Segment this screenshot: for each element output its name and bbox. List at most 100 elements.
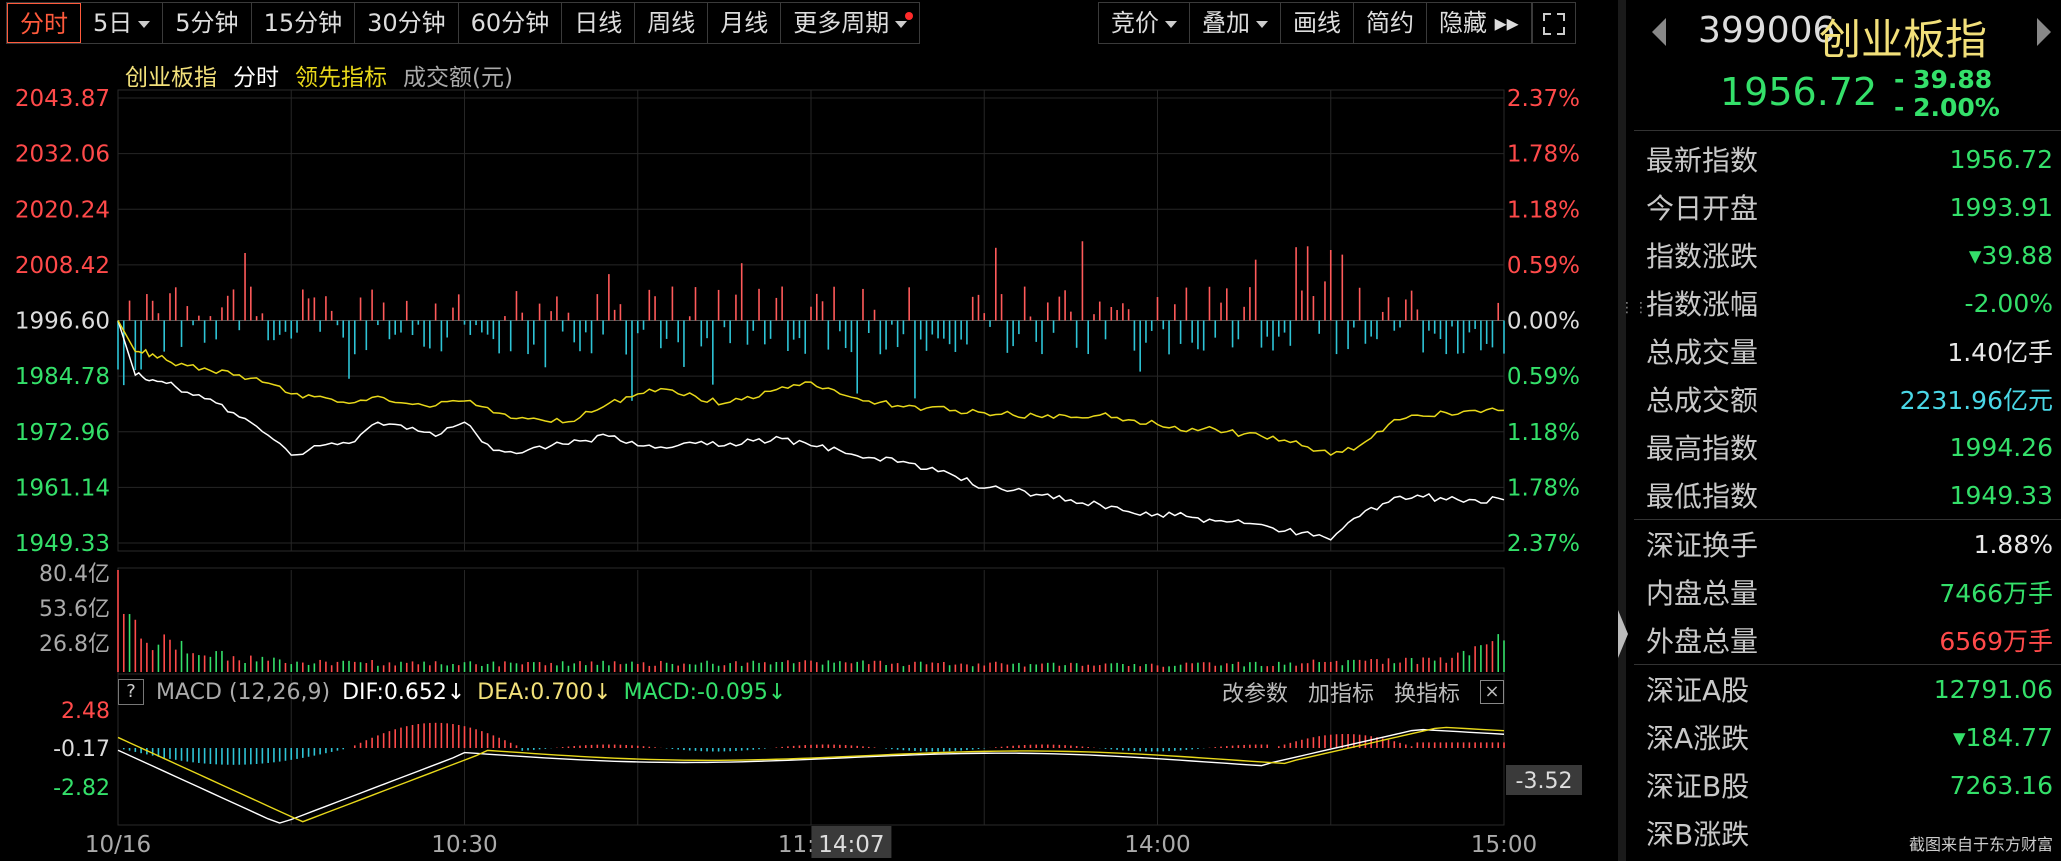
price-tick: 2032.06 xyxy=(15,142,110,168)
stat-value: 7466万手 xyxy=(1939,579,2053,608)
stat-row: 总成交额 2231.96亿元 xyxy=(1634,375,2061,423)
stat-value: -2.00% xyxy=(1964,288,2053,318)
quote-panel: 399006 创业板指 1956.72 - 39.88 - 2.00% 最新指数… xyxy=(1634,0,2061,861)
index-code: 399006 xyxy=(1698,10,1836,51)
help-icon[interactable]: ? xyxy=(118,679,144,705)
macd-tick: 2.48 xyxy=(61,699,110,724)
stat-value: 1949.33 xyxy=(1949,480,2053,510)
stat-label: 深证A股 xyxy=(1646,674,1750,707)
stat-value: 1.40亿手 xyxy=(1947,338,2053,367)
panel-divider[interactable]: ⋮⋮ xyxy=(1618,0,1648,861)
cursor-time: 14:07 xyxy=(818,832,884,858)
collapse-panel-icon[interactable] xyxy=(1618,610,1628,658)
macd-title[interactable]: MACD (12,26,9) xyxy=(156,680,330,705)
pct-tick: 2.37% xyxy=(1507,86,1580,112)
next-icon[interactable] xyxy=(2037,18,2051,46)
price-tick: 1996.60 xyxy=(15,309,110,335)
intraday-chart[interactable]: 2043.87 2.37% 2032.06 1.78% 2020.24 1.18% 2008… xyxy=(0,0,1616,861)
last-price: 1956.72 xyxy=(1720,70,1878,114)
stat-value: 1956.72 xyxy=(1949,144,2053,174)
volume-tick: 80.4亿 xyxy=(39,562,110,587)
stat-value: 12791.06 xyxy=(1933,674,2053,704)
pct-tick: 1.18% xyxy=(1507,420,1580,446)
close-icon[interactable]: × xyxy=(1480,680,1504,704)
stat-row: 外盘总量 6569万手 xyxy=(1634,616,2061,664)
pct-tick: 0.00% xyxy=(1507,309,1580,335)
stat-label: 总成交额 xyxy=(1646,384,1759,417)
stat-label: 深证B股 xyxy=(1646,770,1750,803)
stat-row: 今日开盘 1993.91 xyxy=(1634,183,2061,231)
price-change: - 39.88 - 2.00% xyxy=(1894,66,2000,122)
time-tick: 10/16 xyxy=(85,832,151,858)
stat-row: 深证换手 1.88% xyxy=(1634,520,2061,568)
stat-value: ▾39.88 xyxy=(1968,240,2053,270)
stat-row: 最新指数 1956.72 xyxy=(1634,135,2061,183)
stat-label: 总成交量 xyxy=(1646,336,1759,369)
pct-tick: 0.59% xyxy=(1507,253,1580,279)
add-indicator-button[interactable]: 加指标 xyxy=(1308,676,1374,708)
pct-tick: 0.59% xyxy=(1507,364,1580,390)
stat-row: 指数涨幅 -2.00% xyxy=(1634,279,2061,327)
stat-label: 内盘总量 xyxy=(1646,577,1759,610)
price-tick: 1972.96 xyxy=(15,420,110,446)
stat-value: ▾184.77 xyxy=(1952,722,2053,752)
price-tick: 1961.14 xyxy=(15,475,110,501)
stats-block-1: 最新指数 1956.72 今日开盘 1993.91 指数涨跌 ▾39.88 指数涨幅 -2.0… xyxy=(1634,131,2061,519)
change-pct: - 2.00% xyxy=(1894,93,2000,122)
stat-row: 深证B股 7263.16 xyxy=(1634,761,2061,809)
stat-row: 深A涨跌 ▾184.77 xyxy=(1634,713,2061,761)
stat-row: 总成交量 1.40亿手 xyxy=(1634,327,2061,375)
stat-value: 1994.26 xyxy=(1949,432,2053,462)
time-tick: 14:00 xyxy=(1124,832,1190,858)
stat-value: 1993.91 xyxy=(1949,192,2053,222)
quote-header: 399006 创业板指 1956.72 - 39.88 - 2.00% xyxy=(1634,0,2061,131)
macd-tick: -0.17 xyxy=(53,737,110,762)
stat-label: 深B涨跌 xyxy=(1646,818,1750,851)
stat-row: 深证A股 12791.06 xyxy=(1634,665,2061,713)
volume-tick: 26.8亿 xyxy=(39,632,110,657)
macd-header: ? MACD (12,26,9) DIF:0.652↓ DEA:0.700↓ M… xyxy=(118,676,1504,708)
pct-tick: 1.18% xyxy=(1507,197,1580,223)
price-tick: 1949.33 xyxy=(15,531,110,557)
stat-row: 内盘总量 7466万手 xyxy=(1634,568,2061,616)
time-tick: 10:30 xyxy=(431,832,497,858)
watermark: 截图来自于东方财富 xyxy=(1908,835,2053,854)
pct-tick: 2.37% xyxy=(1507,531,1580,557)
pct-tick: 1.78% xyxy=(1507,142,1580,168)
stat-value: 2231.96亿元 xyxy=(1899,386,2053,415)
macd-tick: -2.82 xyxy=(53,776,110,801)
stat-label: 深A涨跌 xyxy=(1646,722,1750,755)
stat-value: 7263.16 xyxy=(1949,770,2053,800)
stat-row: 指数涨跌 ▾39.88 xyxy=(1634,231,2061,279)
volume-tick: 53.6亿 xyxy=(39,597,110,622)
stat-row: 最高指数 1994.26 xyxy=(1634,423,2061,471)
macd-dif: DIF:0.652↓ xyxy=(342,679,466,705)
stat-label: 外盘总量 xyxy=(1646,625,1759,658)
index-name: 创业板指 xyxy=(1819,15,1988,64)
price-tick: 2020.24 xyxy=(15,197,110,223)
price-tick: 2008.42 xyxy=(15,253,110,279)
stat-row: 最低指数 1949.33 xyxy=(1634,471,2061,519)
price-tick: 1984.78 xyxy=(15,364,110,390)
stat-label: 最低指数 xyxy=(1646,480,1759,513)
stats-block-3: 深证A股 12791.06 深A涨跌 ▾184.77 深证B股 7263.16 深B涨跌 xyxy=(1634,665,2061,857)
stat-label: 最高指数 xyxy=(1646,432,1759,465)
time-tick: 15:00 xyxy=(1471,832,1537,858)
stat-value: 1.88% xyxy=(1973,529,2053,559)
stat-value: 6569万手 xyxy=(1939,627,2053,656)
previous-icon[interactable] xyxy=(1652,18,1666,46)
stat-label: 今日开盘 xyxy=(1646,192,1759,225)
stat-label: 指数涨幅 xyxy=(1646,288,1759,321)
edit-params-button[interactable]: 改参数 xyxy=(1222,676,1288,708)
cursor-value: -3.52 xyxy=(1516,769,1573,794)
macd-value: MACD:-0.095↓ xyxy=(623,679,787,705)
macd-dea: DEA:0.700↓ xyxy=(477,679,612,705)
stats-block-2: 深证换手 1.88% 内盘总量 7466万手外盘总量 6569万手 xyxy=(1634,520,2061,664)
stat-label: 深证换手 xyxy=(1646,529,1759,562)
change-value: - 39.88 xyxy=(1894,65,1993,94)
price-tick: 2043.87 xyxy=(15,86,110,112)
stat-label: 指数涨跌 xyxy=(1646,240,1759,273)
stat-label: 最新指数 xyxy=(1646,144,1759,177)
pct-tick: 1.78% xyxy=(1507,475,1580,501)
switch-indicator-button[interactable]: 换指标 xyxy=(1394,676,1460,708)
